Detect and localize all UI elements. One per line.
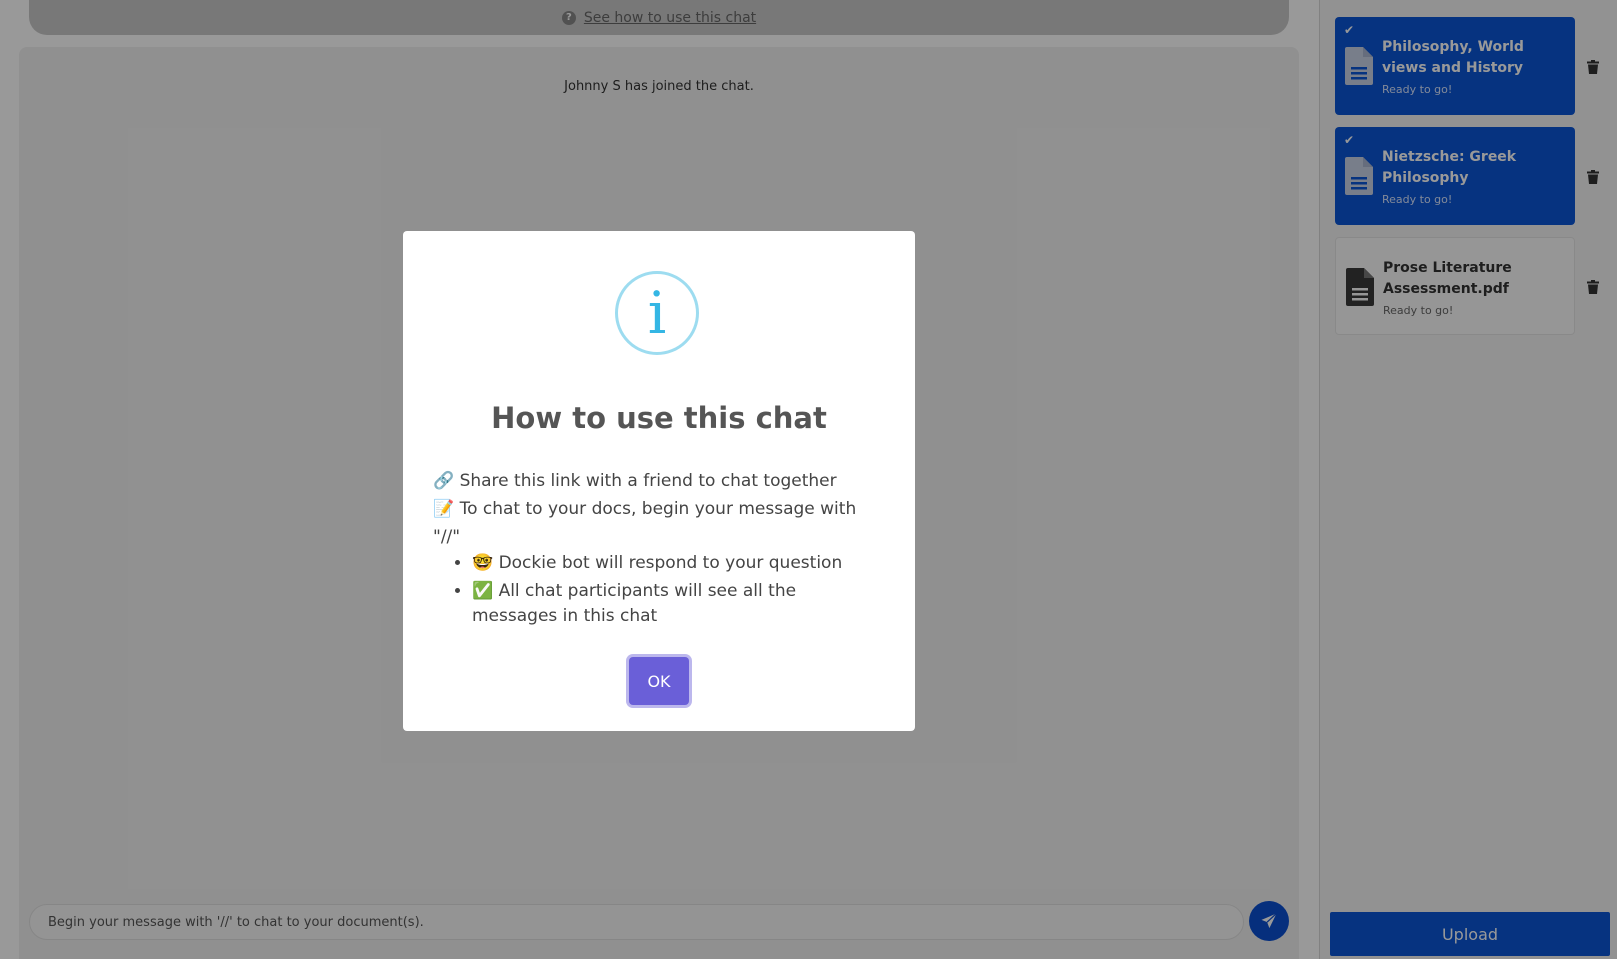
instruction-line: 🔗 Share this link with a friend to chat … [433, 471, 837, 491]
modal-title: How to use this chat [491, 401, 827, 435]
how-to-use-modal: i How to use this chat 🔗 Share this link… [403, 231, 915, 731]
instruction-line: 📝 To chat to your docs, begin your messa… [433, 499, 857, 547]
instruction-bullets: 🤓 Dockie bot will respond to your questi… [433, 551, 883, 629]
instruction-bullet: 🤓 Dockie bot will respond to your questi… [472, 551, 883, 576]
modal-body: 🔗 Share this link with a friend to chat … [433, 467, 883, 632]
ok-button[interactable]: OK [629, 657, 689, 705]
info-icon: i [615, 271, 699, 355]
instruction-bullet: ✅ All chat participants will see all the… [472, 579, 883, 629]
